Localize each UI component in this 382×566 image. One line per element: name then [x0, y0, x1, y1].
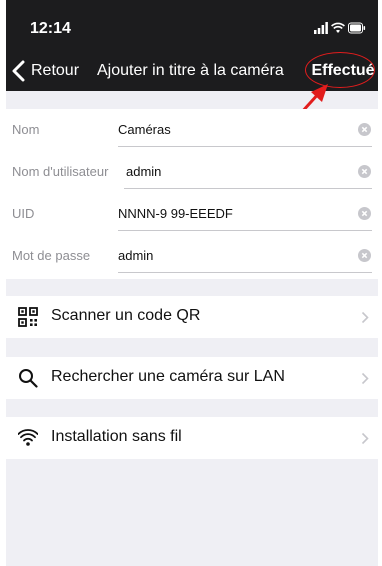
clear-username-button[interactable]: [358, 165, 371, 178]
done-label: Effectué: [311, 62, 375, 79]
name-input[interactable]: Caméras: [118, 122, 171, 137]
field-underline: [124, 188, 372, 189]
username-input[interactable]: admin: [126, 164, 161, 179]
chevron-right-icon: [361, 432, 369, 445]
wireless-setup-row[interactable]: Installation sans fil: [6, 417, 378, 459]
clear-icon: [361, 168, 368, 175]
battery-icon: [348, 22, 366, 34]
wireless-setup-label: Installation sans fil: [51, 428, 182, 445]
clear-name-button[interactable]: [358, 123, 371, 136]
username-label: Nom d'utilisateur: [12, 164, 109, 179]
field-password: Mot de passe admin: [6, 235, 378, 277]
clear-password-button[interactable]: [358, 249, 371, 262]
chevron-left-icon: [12, 60, 25, 82]
search-lan-row[interactable]: Rechercher une caméra sur LAN: [6, 357, 378, 399]
chevron-right-icon: [361, 372, 369, 385]
status-time: 12:14: [30, 20, 71, 37]
status-icons: [314, 22, 366, 36]
field-underline: [118, 272, 372, 273]
field-underline: [118, 230, 372, 231]
clear-icon: [361, 252, 368, 259]
chevron-right-icon: [361, 311, 369, 324]
search-lan-label: Rechercher une caméra sur LAN: [51, 368, 285, 385]
clear-uid-button[interactable]: [358, 207, 371, 220]
field-username: Nom d'utilisateur admin: [6, 151, 378, 193]
clear-icon: [361, 210, 368, 217]
password-label: Mot de passe: [12, 248, 91, 263]
signal-icon: [314, 22, 328, 34]
done-button[interactable]: Effectué: [308, 55, 378, 87]
qr-code-icon: [18, 307, 38, 327]
back-label: Retour: [31, 62, 80, 79]
name-label: Nom: [12, 122, 40, 137]
back-button[interactable]: Retour: [11, 57, 79, 85]
scan-qr-label: Scanner un code QR: [51, 307, 201, 324]
scan-qr-row[interactable]: Scanner un code QR: [6, 296, 378, 338]
uid-label: UID: [12, 206, 35, 221]
field-name: Nom Caméras: [6, 109, 378, 151]
camera-form: Nom Caméras Nom d'utilisateur admin UID …: [6, 109, 378, 279]
page-title: Ajouter in titre à la caméra: [97, 62, 284, 79]
uid-input[interactable]: NNNN-9 99-EEEDF: [118, 206, 233, 221]
clear-icon: [361, 126, 368, 133]
field-uid: UID NNNN-9 99-EEEDF: [6, 193, 378, 235]
search-icon: [19, 369, 38, 388]
password-input[interactable]: admin: [118, 248, 153, 263]
field-underline: [118, 146, 372, 147]
wifi-icon: [18, 429, 38, 446]
top-bar: 12:14 Retour Ajouter in titre à la camér…: [6, 0, 378, 91]
phone-screen: 12:14 Retour Ajouter in titre à la camér…: [6, 0, 378, 566]
wifi-status-icon: [331, 22, 345, 33]
